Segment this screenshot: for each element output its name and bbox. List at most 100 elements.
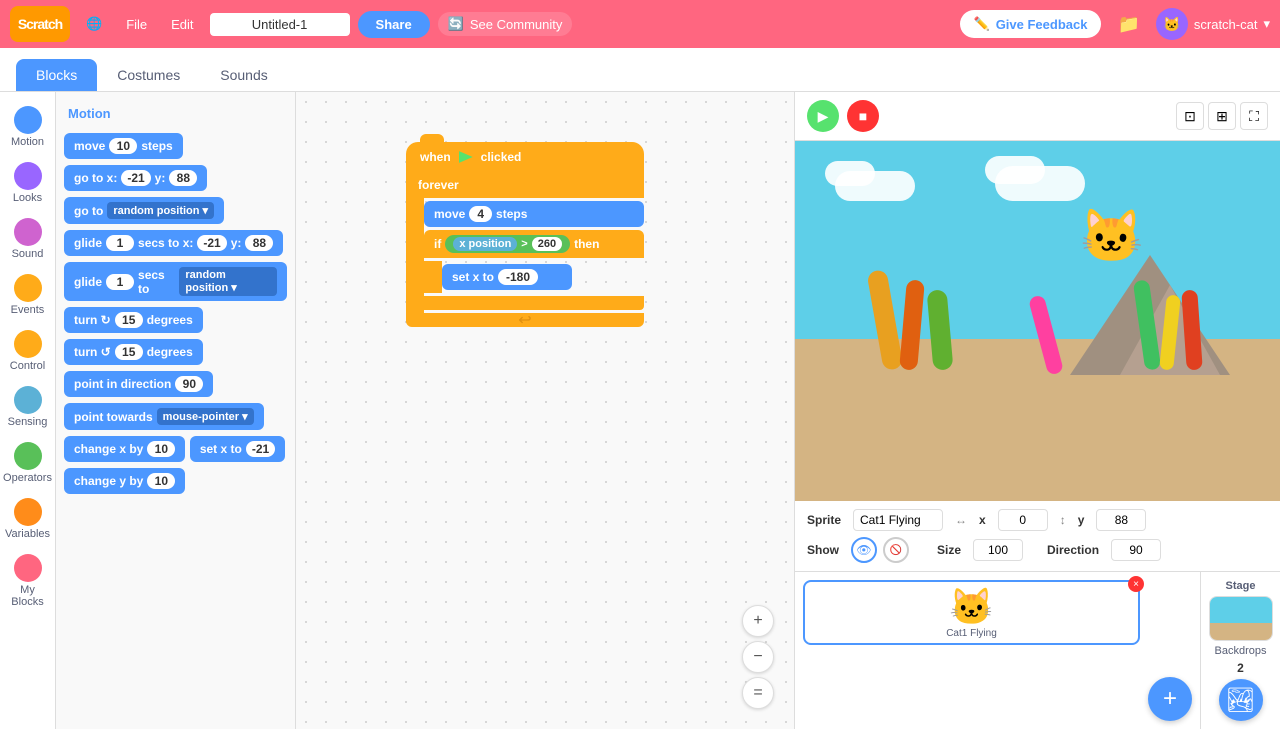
block-glide-random[interactable]: glide 1 secs to random position ▾ — [64, 262, 287, 301]
stage-thumbnail[interactable] — [1209, 596, 1273, 641]
fullscreen-button[interactable]: ⛶ — [1240, 102, 1268, 130]
right-plants — [1139, 280, 1200, 375]
sprite-card-cat1flying[interactable]: × 🐱 Cat1 Flying — [803, 580, 1140, 645]
user-menu[interactable]: 🐱 scratch-cat ▾ — [1156, 8, 1270, 40]
green-flag-button[interactable]: ▶ — [807, 100, 839, 132]
variables-dot — [14, 498, 42, 526]
sprites-list: × 🐱 Cat1 Flying — [795, 572, 1148, 729]
tab-blocks[interactable]: Blocks — [16, 59, 97, 91]
sidebar-item-looks[interactable]: Looks — [3, 156, 53, 210]
large-stage-button[interactable]: ⊞ — [1208, 102, 1236, 130]
share-button[interactable]: Share — [358, 11, 430, 38]
zoom-in-button[interactable]: + — [742, 605, 774, 637]
globe-icon: 🌐 — [86, 16, 102, 32]
script-if-block[interactable]: if x position > 260 then — [424, 230, 644, 258]
x-arrows-icon: ↔ — [955, 513, 967, 527]
block-turn-ccw[interactable]: turn ↺ 15 degrees — [64, 339, 203, 365]
show-visible-button[interactable]: 👁 — [851, 537, 877, 563]
sidebar: Motion Looks Sound Events Control Sensin… — [0, 92, 56, 729]
block-set-x[interactable]: set x to -21 — [190, 436, 285, 462]
zoom-out-button[interactable]: − — [742, 641, 774, 673]
block-glide-xy[interactable]: glide 1 secs to x: -21 y: 88 — [64, 230, 283, 256]
zoom-controls: + − = — [742, 605, 774, 709]
if-bottom-cap — [424, 296, 644, 310]
script-stack[interactable]: when clicked forever move — [406, 142, 644, 327]
right-panel: ▶ ■ ⊡ ⊞ ⛶ 🐱 — [794, 92, 1280, 729]
script-area[interactable]: when clicked forever move — [296, 92, 794, 729]
give-feedback-button[interactable]: ✏️ Give Feedback — [960, 10, 1102, 38]
file-menu[interactable]: File — [118, 13, 155, 36]
sprites-bottom: × 🐱 Cat1 Flying + Stage Backdrops 2 🏞 — [795, 572, 1280, 729]
forever-bottom-cap: ↩ — [406, 313, 644, 327]
stop-button[interactable]: ■ — [847, 100, 879, 132]
block-change-x[interactable]: change x by 10 — [64, 436, 185, 462]
sprite-info-row: Sprite ↔ x ↕ y — [807, 509, 1268, 531]
forever-block[interactable]: forever — [406, 172, 644, 198]
stage-view-buttons: ⊡ ⊞ ⛶ — [1176, 102, 1268, 130]
condition-block[interactable]: x position > 260 — [445, 235, 570, 253]
script-set-x-block[interactable]: set x to -180 — [442, 264, 572, 290]
avatar: 🐱 — [1156, 8, 1188, 40]
script-move-block[interactable]: move 4 steps — [424, 201, 644, 227]
add-backdrop-button[interactable]: 🏞 — [1219, 679, 1263, 721]
sidebar-item-myblocks[interactable]: My Blocks — [3, 548, 53, 614]
sprite-close-button[interactable]: × — [1128, 576, 1144, 592]
zoom-fit-button[interactable]: = — [742, 677, 774, 709]
stage-thumb-panel: Stage Backdrops 2 🏞 — [1200, 572, 1280, 729]
block-change-y[interactable]: change y by 10 — [64, 468, 185, 494]
cloud2 — [825, 161, 875, 186]
sidebar-item-sensing[interactable]: Sensing — [3, 380, 53, 434]
c-block-wrapper: move 4 steps if x position > 260 — [406, 198, 644, 313]
if-c-wrapper: set x to -180 — [424, 261, 644, 293]
top-navigation: Scratch 🌐 File Edit Share 🔄 See Communit… — [0, 0, 1280, 48]
flag-icon — [459, 151, 473, 163]
surfboard2 — [900, 279, 926, 370]
if-inner: set x to -180 — [442, 261, 572, 293]
tab-costumes[interactable]: Costumes — [97, 59, 200, 91]
sidebar-item-control[interactable]: Control — [3, 324, 53, 378]
block-point-direction[interactable]: point in direction 90 — [64, 371, 213, 397]
block-move[interactable]: move 10 steps — [64, 133, 183, 159]
c-block-inner: move 4 steps if x position > 260 — [424, 198, 644, 313]
when-flag-block[interactable]: when clicked — [406, 142, 644, 172]
plant1 — [926, 289, 953, 370]
sprite-info-row2: Show 👁 🚫 Size Direction — [807, 537, 1268, 563]
y-arrows-icon: ↕ — [1060, 513, 1066, 527]
project-name-input[interactable] — [210, 13, 350, 36]
direction-input[interactable] — [1111, 539, 1161, 561]
block-goto-random[interactable]: go to random position ▾ — [64, 197, 224, 224]
myblocks-dot — [14, 554, 42, 582]
scratch-logo[interactable]: Scratch — [10, 6, 70, 42]
tab-sounds[interactable]: Sounds — [200, 59, 287, 91]
sidebar-item-sound[interactable]: Sound — [3, 212, 53, 266]
block-goto-xy[interactable]: go to x: -21 y: 88 — [64, 165, 207, 191]
block-point-towards[interactable]: point towards mouse-pointer ▾ — [64, 403, 264, 430]
block-turn-cw[interactable]: turn ↻ 15 degrees — [64, 307, 203, 333]
x-position-input[interactable] — [998, 509, 1048, 531]
sidebar-item-operators[interactable]: Operators — [3, 436, 53, 490]
forever-arrow-icon: ↩ — [518, 310, 531, 330]
see-community-button[interactable]: 🔄 See Community — [438, 12, 573, 36]
blocks-category-title: Motion — [64, 100, 287, 127]
plant-area — [875, 270, 950, 375]
show-hidden-button[interactable]: 🚫 — [883, 537, 909, 563]
sprite-name-input[interactable] — [853, 509, 943, 531]
folder-button[interactable]: 📁 — [1109, 10, 1147, 39]
size-input[interactable] — [973, 539, 1023, 561]
stage-scene: 🐱 — [795, 141, 1280, 501]
blocks-panel: Motion move 10 steps go to x: -21 y: 88 … — [56, 92, 296, 729]
globe-button[interactable]: 🌐 — [78, 12, 110, 36]
add-sprite-button[interactable]: + — [1148, 677, 1192, 721]
small-stage-button[interactable]: ⊡ — [1176, 102, 1204, 130]
sensing-dot — [14, 386, 42, 414]
script-container: when clicked forever move — [406, 142, 644, 330]
community-icon: 🔄 — [448, 16, 464, 32]
y-position-input[interactable] — [1096, 509, 1146, 531]
sidebar-item-events[interactable]: Events — [3, 268, 53, 322]
sprite-thumbnail: 🐱 — [949, 586, 994, 628]
stage-canvas-area: 🐱 — [795, 141, 1280, 501]
sidebar-item-variables[interactable]: Variables — [3, 492, 53, 546]
sidebar-item-motion[interactable]: Motion — [3, 100, 53, 154]
edit-menu[interactable]: Edit — [163, 13, 201, 36]
operators-dot — [14, 442, 42, 470]
